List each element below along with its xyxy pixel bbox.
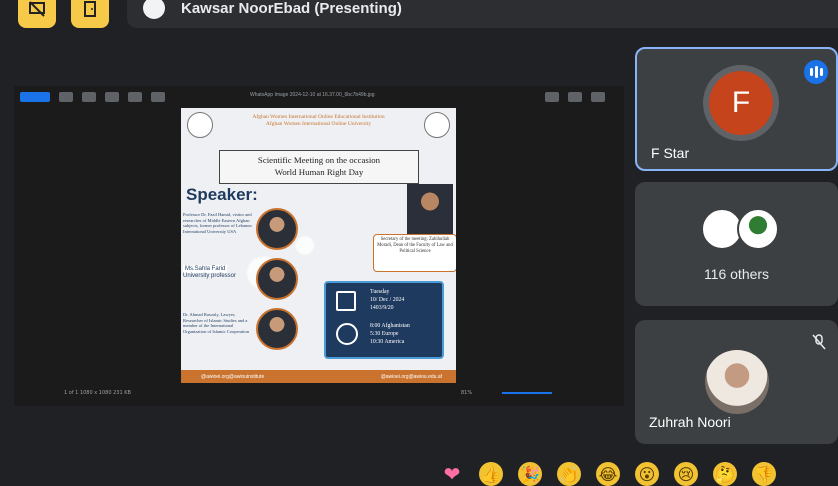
participant-tile-f-star[interactable]: F F Star [635, 47, 838, 171]
avatar: F [709, 71, 773, 135]
laughing-icon[interactable]: 😂 [596, 462, 620, 486]
presenting-banner: Kawsar NoorEbad (Presenting) [127, 0, 838, 28]
presentation-off-icon [29, 1, 45, 17]
participant-tile-others[interactable]: 116 others [635, 182, 838, 306]
poster-title: Scientific Meeting on the occasion World… [219, 150, 419, 184]
institution-line1: Afghan Women International Online Educat… [252, 114, 385, 120]
exit-door-icon [84, 1, 96, 17]
participant-tile-zuhrah[interactable]: Zuhrah Noori [635, 320, 838, 444]
print-icon[interactable] [105, 92, 119, 102]
secretary-text: Secretary of the meeting: Zabihullah Mor… [373, 234, 456, 272]
present-off-button[interactable] [18, 0, 56, 28]
date-gregorian: 10/ Dec / 2024 [370, 296, 405, 303]
heart-icon[interactable]: ❤ [440, 462, 464, 486]
thumbs-up-icon[interactable]: 👍 [479, 462, 503, 486]
date-day: Tuesday [370, 289, 390, 295]
viewer-statusbar: 1 of 1 1080 x 1080 231 KB 81% [14, 384, 624, 402]
file-title: WhatsApp Image 2024-12-10 at 16.37.00_6b… [250, 92, 375, 98]
speaker2-photo [256, 258, 298, 300]
poster-footer: @awioei.org@awiouinstitute @awioei.org@a… [181, 370, 456, 383]
surprised-icon[interactable]: 😮 [635, 462, 659, 486]
institution-line2: Afghan Women International Online Univer… [265, 121, 372, 127]
crying-icon[interactable]: 😢 [674, 462, 698, 486]
secretary-photo [407, 184, 453, 234]
participant-name: Zuhrah Noori [649, 414, 731, 430]
clapping-icon[interactable]: 👏 [557, 462, 581, 486]
time-america: 10:30 America [370, 338, 405, 345]
speaker3-text: Dr. Ahmad Rasouly, Lawyer, Researcher of… [183, 312, 250, 334]
calendar-icon [336, 291, 356, 311]
avatar [705, 350, 769, 414]
speaker2-role: University professor [183, 273, 237, 279]
delete-icon[interactable] [82, 92, 96, 102]
shared-screen: WhatsApp Image 2024-12-10 at 16.37.00_6b… [14, 86, 624, 406]
presenter-avatar [143, 0, 165, 19]
zoom-slider[interactable] [502, 392, 553, 394]
rotate-icon[interactable] [59, 92, 73, 102]
date-solar: 1403/9/20 [370, 304, 394, 311]
speaker-heading: Speaker: [186, 185, 258, 204]
date-time-panel: Tuesday 10/ Dec / 2024 1403/9/20 8:00 Af… [324, 281, 444, 359]
poster-image: Afghan Women International Online Educat… [181, 108, 456, 383]
time-afghanistan: 8:00 Afghanistan [370, 323, 410, 329]
clock-icon [336, 323, 358, 345]
avatar [737, 208, 779, 250]
others-count: 116 others [703, 266, 770, 282]
speaking-indicator-icon [804, 60, 828, 84]
speaker1-photo [256, 208, 298, 250]
image-info: 1 of 1 1080 x 1080 231 KB [64, 390, 131, 396]
more-icon[interactable] [151, 92, 165, 102]
party-popper-icon[interactable]: 🎉 [518, 462, 542, 486]
crop-icon[interactable] [128, 92, 142, 102]
speaker1-text: Professor Dr. Fazil Hamid, visitor and r… [183, 212, 252, 234]
footer-right: @awioei.org@awiou.edu.af [380, 373, 442, 380]
presenter-label: Kawsar NoorEbad (Presenting) [181, 0, 402, 17]
footer-left: @awioei.org@awiouinstitute [201, 373, 265, 380]
close-icon[interactable] [591, 92, 605, 102]
reaction-bar: ❤ 👍 🎉 👏 😂 😮 😢 🤔 👎 [440, 462, 776, 486]
maximize-icon[interactable] [568, 92, 582, 102]
edit-button[interactable] [20, 92, 50, 102]
minimize-icon[interactable] [545, 92, 559, 102]
zoom-level[interactable]: 81% [461, 390, 472, 396]
participant-name: F Star [651, 145, 690, 161]
speaker2-name: Ms.Sahla Farid [183, 265, 228, 273]
mic-off-icon [812, 334, 826, 350]
leave-button[interactable] [71, 0, 109, 28]
thinking-icon[interactable]: 🤔 [713, 462, 737, 486]
time-europe: 5:30 Europe [370, 330, 399, 337]
thumbs-down-icon[interactable]: 👎 [752, 462, 776, 486]
speaker3-photo [256, 308, 298, 350]
